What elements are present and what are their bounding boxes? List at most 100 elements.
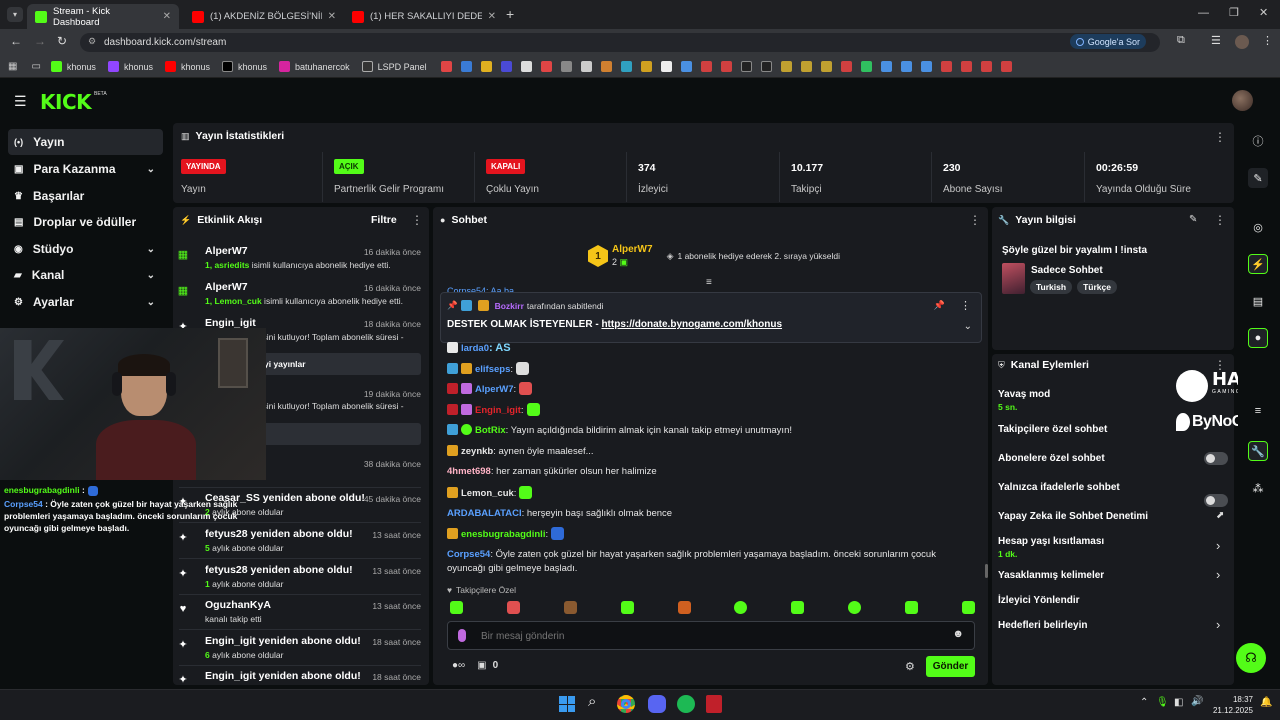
close-icon[interactable]: ✕ [488,11,496,22]
notification-bell-icon[interactable]: 🔔 [1260,697,1272,708]
chat-input-field[interactable] [481,628,921,644]
close-icon[interactable]: ✕ [328,11,336,22]
emote-icon[interactable] [734,601,748,614]
wrench-icon[interactable]: 🔧 [1248,441,1268,461]
chat-username[interactable]: enesbugrabagdinli [461,529,545,540]
search-icon[interactable]: ⌕ [588,693,596,710]
bookmark-khonus-x[interactable]: khonus [222,61,267,72]
document-icon[interactable]: ▤ [1248,291,1268,311]
chat-bubble-icon[interactable]: ● [1248,328,1268,348]
minimize-icon[interactable]: — [1198,7,1209,19]
close-icon[interactable]: ✕ [163,11,171,22]
emote-only-toggle[interactable] [1204,494,1228,507]
stats-menu-icon[interactable]: ⋮ [1214,130,1226,144]
people-icon[interactable]: ≡ [1248,401,1268,421]
chat-message-input[interactable]: ☻ [447,621,975,650]
send-button[interactable]: Gönder [926,656,975,677]
emote-icon[interactable] [563,601,577,614]
sidebar-item-ayarlar[interactable]: ⚙ Ayarlar ⌄ [8,289,163,315]
tag-chip[interactable]: Türkçe [1077,280,1117,294]
sidebar-item-yayin[interactable]: (•) Yayın [8,129,163,155]
bookmark-khonus-youtube[interactable]: khonus [164,61,210,72]
network-icon[interactable]: ◧ [1174,697,1183,708]
tab-search-icon[interactable]: ▾ [7,7,23,22]
hamburger-icon[interactable]: ☰ [14,93,27,110]
emote-icon[interactable] [450,601,463,614]
emote-icon[interactable] [677,601,691,614]
obs-icon[interactable] [706,695,722,713]
lightning-icon[interactable]: ⚡ [1248,254,1268,274]
chat-username[interactable]: AlperW7 [475,384,514,395]
chat-username[interactable]: ARDABALATACI [447,508,522,519]
capture-icon[interactable]: ◎ [1248,217,1268,237]
chat-username[interactable]: larda0 [461,343,489,354]
info-icon[interactable]: ⓘ [1248,131,1268,151]
activity-menu-icon[interactable]: ⋮ [411,213,423,227]
category-name[interactable]: Sadece Sohbet [1031,265,1103,276]
unpin-icon[interactable]: 📌 [934,300,945,311]
sidebar-item-studyo[interactable]: ◉ Stüdyo ⌄ [8,236,163,262]
points-icon[interactable]: ⁂ [1248,478,1268,498]
folder-icon[interactable]: ▭ [31,61,40,72]
support-headset-icon[interactable]: ☊ [1236,643,1266,673]
emote-icon[interactable] [506,601,520,614]
action-ai-moderation[interactable]: Yapay Zeka ile Sohbet Denetimi [998,511,1148,522]
new-tab-icon[interactable]: + [506,6,514,22]
chat-username[interactable]: Corpse54 [447,549,490,560]
clock[interactable]: 18:37 21.12.2025 [1211,694,1253,716]
sidebar-item-kanal[interactable]: ▰ Kanal ⌄ [8,262,163,288]
chat-username[interactable]: BotRix [475,425,506,436]
emote-icon[interactable] [620,601,634,614]
bookmark-khonus-kick[interactable]: khonus [50,61,96,72]
points-icon[interactable]: ●∞ [452,660,465,671]
action-goals[interactable]: Hedefleri belirleyin [998,620,1087,631]
google-ask-button[interactable]: Google'a Sor [1069,34,1146,49]
chevron-right-icon[interactable]: › [1216,538,1220,553]
action-account-age[interactable]: Hesap yaşı kısıtlaması 1 dk. [998,536,1104,559]
sidebar-item-droplar[interactable]: ▤ Droplar ve ödüller [8,209,163,235]
stream-info-menu-icon[interactable]: ⋮ [1214,213,1226,227]
spotify-icon[interactable] [677,695,695,713]
emote-icon[interactable] [791,601,805,614]
volume-icon[interactable]: 🔊 [1191,696,1203,707]
external-link-icon[interactable]: ⬈ [1216,510,1224,521]
chat-username[interactable]: Lemon_cuk [461,488,514,499]
bookmark-batuhanercok[interactable]: batuhanercok [279,61,350,72]
bookmark-icons-strip[interactable] [440,61,1012,72]
site-info-icon[interactable]: ⚙ [88,36,96,47]
discord-icon[interactable] [648,695,666,713]
forward-icon[interactable]: → [34,34,46,48]
back-icon[interactable]: ← [10,34,22,48]
microphone-icon[interactable] [458,629,466,642]
chevron-right-icon[interactable]: › [1216,567,1220,582]
chrome-icon[interactable] [617,695,635,713]
chat-scrollbar[interactable] [985,564,988,578]
chat-username[interactable]: zeynkb [461,446,493,457]
action-host[interactable]: İzleyici Yönlendir [998,595,1080,606]
microphone-icon[interactable]: 🎙 [1156,697,1169,708]
apps-grid-icon[interactable]: ▦ [8,61,17,72]
tab-youtube-2[interactable]: (1) HER SAKALLIYI DEDEN SANI ✕ [344,4,504,29]
tag-chip[interactable]: Turkish [1030,280,1073,294]
url-input[interactable]: ⚙ dashboard.kick.com/stream Google'a Sor [80,33,1160,52]
emote-icon[interactable] [848,601,862,614]
chevron-right-icon[interactable]: › [1216,617,1220,632]
profile-avatar[interactable] [1235,35,1249,49]
edit-icon[interactable]: ✎ [1189,214,1197,225]
action-emote-only[interactable]: Yalnızca ifadelerle sohbet [998,482,1120,493]
pinned-link[interactable]: https://donate.bynogame.com/khonus [601,319,782,330]
user-avatar[interactable] [1232,90,1253,111]
restore-icon[interactable]: ❐ [1229,6,1239,19]
action-followers-only[interactable]: Takipçilere özel sohbet [998,424,1107,435]
tab-youtube-1[interactable]: (1) AKDENİZ BÖLGESİ'NİN EN D ✕ [184,4,344,29]
bookmark-khonus-twitch[interactable]: khonus [107,61,153,72]
edit-icon[interactable]: ✎ [1248,168,1268,188]
reading-list-icon[interactable]: ☰ [1211,34,1221,47]
filter-button[interactable]: Filtre [371,214,397,226]
tray-chevron-icon[interactable]: ⌃ [1140,697,1148,708]
pinned-collapse-icon[interactable]: ≡ [706,277,712,288]
reload-icon[interactable]: ↻ [57,34,67,48]
chevron-down-icon[interactable]: ⌄ [964,321,972,332]
action-subscribers-only[interactable]: Abonelere özel sohbet [998,453,1105,464]
chat-settings-icon[interactable]: ⚙ [905,660,915,673]
